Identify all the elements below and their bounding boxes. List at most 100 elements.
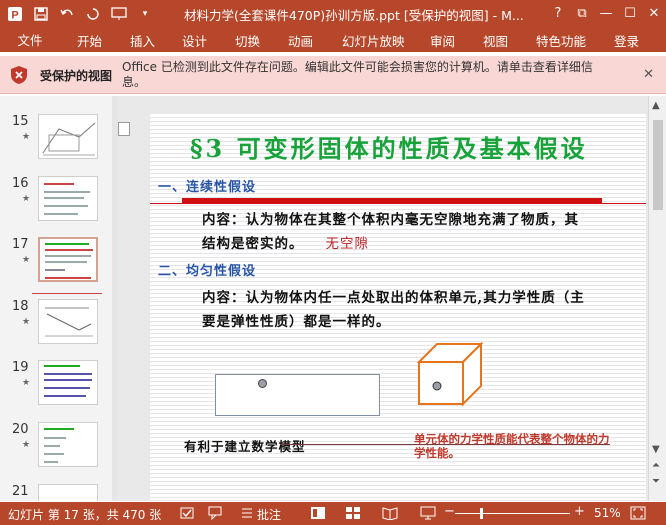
scroll-down-icon[interactable]: ▼ bbox=[652, 444, 660, 455]
status-bar: 幻灯片 第 17 张，共 470 张 批注 − + 51% bbox=[0, 502, 666, 525]
protected-view-bar: 受保护的视图 Office 已检测到此文件存在问题。编辑此文件可能会损害您的计算… bbox=[0, 56, 666, 94]
undo-icon[interactable] bbox=[56, 3, 78, 25]
thumbnail-number: 17 bbox=[12, 237, 29, 252]
tab-slideshow[interactable]: 幻灯片放映 bbox=[342, 31, 405, 50]
thumbnail-number: 15 bbox=[12, 114, 29, 129]
star-icon: ★ bbox=[22, 255, 31, 265]
slideshow-from-start-icon[interactable] bbox=[108, 3, 130, 25]
star-icon: ★ bbox=[22, 194, 31, 204]
slideshow-icon[interactable] bbox=[420, 506, 436, 523]
tab-review[interactable]: 审阅 bbox=[430, 31, 455, 50]
tab-view[interactable]: 视图 bbox=[483, 31, 508, 50]
thumbnail-21[interactable]: 21 bbox=[0, 484, 112, 501]
slide-title: §3 可变形固体的性质及基本假设 bbox=[190, 134, 588, 163]
tab-home[interactable]: 开始 bbox=[77, 31, 102, 50]
title-bar: P ▾ 材料力学(全套课件470P)孙训方版.ppt [受保护的视图] - M.… bbox=[0, 0, 666, 27]
slide-thumbnail-panel[interactable]: 15 ★ 16 ★ 17 ★ 18 ★ 19 ★ 20 ★ 21 bbox=[0, 96, 112, 501]
ribbon-tabs: 文件 开始 插入 设计 切换 动画 幻灯片放映 审阅 视图 特色功能 登录 bbox=[0, 27, 666, 52]
protected-view-label: 受保护的视图 bbox=[40, 69, 113, 83]
continuity-paragraph: 内容：认为物体在其整个体积内毫无空隙地充满了物质，其 结构是密实的。 无空隙 bbox=[202, 208, 632, 256]
math-model-text: 有利于建立数学模型 bbox=[184, 439, 306, 454]
cube-element-diagram bbox=[416, 341, 484, 407]
tab-transitions[interactable]: 切换 bbox=[235, 31, 260, 50]
previous-slide-icon[interactable]: ⏶ bbox=[652, 460, 660, 471]
zoom-slider-track[interactable] bbox=[455, 513, 570, 514]
thumbnail-17[interactable]: 17 ★ bbox=[0, 237, 112, 299]
sign-in-link[interactable]: 登录 bbox=[614, 31, 639, 50]
thumbnail-image bbox=[38, 484, 98, 501]
zoom-slider-thumb[interactable] bbox=[480, 508, 484, 519]
thumbnail-number: 21 bbox=[12, 484, 29, 499]
notes-toggle-icon[interactable] bbox=[240, 506, 254, 523]
rectangle-body-diagram bbox=[215, 374, 380, 416]
powerpoint-logo-icon: P bbox=[4, 3, 26, 25]
thumbnail-image bbox=[38, 114, 98, 159]
star-icon: ★ bbox=[22, 378, 31, 388]
maximize-button[interactable]: ☐ bbox=[618, 6, 642, 21]
thumbnail-16[interactable]: 16 ★ bbox=[0, 176, 112, 238]
next-slide-icon[interactable]: ⏷ bbox=[652, 476, 660, 487]
protected-view-message[interactable]: Office 已检测到此文件存在问题。编辑此文件可能会损害您的计算机。请单击查看… bbox=[122, 60, 612, 90]
scroll-up-icon[interactable]: ▲ bbox=[652, 100, 660, 111]
tab-file[interactable]: 文件 bbox=[0, 27, 60, 52]
thumbnail-image bbox=[38, 360, 98, 405]
svg-text:P: P bbox=[11, 9, 18, 21]
homogeneity-line-2: 要是弹性性质）都是一样的。 bbox=[202, 314, 391, 330]
section-heading-continuity: 一、连续性假设 bbox=[158, 180, 257, 195]
material-point-dot bbox=[258, 379, 267, 388]
thumbnail-18[interactable]: 18 ★ bbox=[0, 299, 112, 361]
close-button[interactable]: ✕ bbox=[642, 6, 666, 21]
thumbnail-number: 20 bbox=[12, 422, 29, 437]
thumbnail-image bbox=[38, 422, 98, 467]
window-title: 材料力学(全套课件470P)孙训方版.ppt [受保护的视图] - M... bbox=[184, 8, 524, 23]
section-heading-homogeneity: 二、均匀性假设 bbox=[158, 264, 257, 279]
thumbnail-number: 19 bbox=[12, 360, 29, 375]
shield-icon bbox=[11, 66, 27, 84]
help-button[interactable]: ? bbox=[546, 6, 570, 21]
homogeneity-line-1: 内容：认为物体内任一点处取出的体积单元,其力学性质（主 bbox=[202, 290, 585, 306]
thumbnail-image bbox=[38, 176, 98, 221]
no-gap-note: 无空隙 bbox=[325, 236, 369, 252]
ribbon-display-button[interactable]: ⧉ bbox=[570, 6, 594, 21]
tab-special-features[interactable]: 特色功能 bbox=[536, 31, 586, 50]
zoom-in-icon[interactable]: + bbox=[574, 504, 585, 519]
unit-element-text: 单元体的力学性质能代表整个物体的力学性能。 bbox=[414, 432, 610, 460]
tab-insert[interactable]: 插入 bbox=[130, 31, 155, 50]
close-icon[interactable]: ✕ bbox=[643, 67, 654, 82]
minimize-button[interactable]: — bbox=[594, 6, 618, 21]
continuity-line-2: 结构是密实的。 bbox=[202, 236, 304, 252]
thumbnail-19[interactable]: 19 ★ bbox=[0, 360, 112, 422]
zoom-level[interactable]: 51% bbox=[594, 506, 621, 520]
notes-button[interactable]: 批注 bbox=[257, 506, 281, 523]
placeholder-box bbox=[118, 122, 130, 136]
scrollbar-thumb[interactable] bbox=[653, 120, 663, 210]
reading-view-icon[interactable] bbox=[382, 506, 398, 523]
customize-toolbar-icon[interactable]: ▾ bbox=[134, 3, 156, 25]
star-icon: ★ bbox=[22, 440, 31, 450]
normal-view-icon[interactable] bbox=[310, 506, 326, 523]
comments-icon[interactable] bbox=[208, 506, 222, 523]
thumbnail-insertion-marker bbox=[32, 293, 102, 294]
red-divider-thin bbox=[150, 203, 646, 204]
tab-design[interactable]: 设计 bbox=[182, 31, 207, 50]
star-icon: ★ bbox=[22, 317, 31, 327]
thumbnail-20[interactable]: 20 ★ bbox=[0, 422, 112, 484]
continuity-line-1: 内容：认为物体在其整个体积内毫无空隙地充满了物质，其 bbox=[202, 212, 579, 228]
thumbnail-number: 16 bbox=[12, 176, 29, 191]
thumbnail-image bbox=[38, 299, 98, 344]
fit-slide-icon[interactable] bbox=[630, 506, 646, 523]
tab-animations[interactable]: 动画 bbox=[288, 31, 313, 50]
slide-sorter-icon[interactable] bbox=[345, 506, 361, 523]
thumbnail-image bbox=[38, 237, 98, 282]
homogeneity-paragraph: 内容：认为物体内任一点处取出的体积单元,其力学性质（主 要是弹性性质）都是一样的… bbox=[202, 286, 632, 334]
vertical-scrollbar[interactable]: ▲ ▼ ⏶ ⏷ bbox=[648, 96, 666, 501]
thumbnail-15[interactable]: 15 ★ bbox=[0, 114, 112, 176]
spell-check-icon[interactable] bbox=[180, 506, 194, 523]
star-icon: ★ bbox=[22, 132, 31, 142]
redo-icon[interactable] bbox=[82, 3, 104, 25]
slide-canvas[interactable]: §3 可变形固体的性质及基本假设 一、连续性假设 内容：认为物体在其整个体积内毫… bbox=[150, 114, 646, 500]
thumbnail-number: 18 bbox=[12, 299, 29, 314]
slide-counter: 幻灯片 第 17 张，共 470 张 bbox=[8, 508, 162, 522]
zoom-out-icon[interactable]: − bbox=[444, 504, 455, 519]
save-icon[interactable] bbox=[30, 3, 52, 25]
